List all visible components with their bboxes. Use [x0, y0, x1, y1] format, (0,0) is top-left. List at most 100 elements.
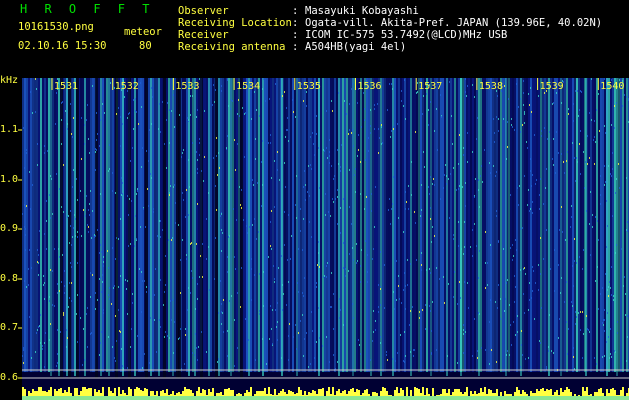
spectrogram-speckle [367, 254, 368, 256]
spectrogram-speckle [192, 95, 193, 97]
spectrogram-column [272, 78, 274, 372]
spectrogram-column [22, 78, 24, 372]
spectrogram-column [360, 78, 362, 372]
spectrogram-speckle [39, 325, 40, 327]
spectrogram-column [566, 78, 568, 372]
spectrogram-speckle [574, 238, 575, 240]
spectrogram-speckle [55, 123, 56, 125]
spectrogram-speckle [305, 199, 306, 201]
spectrogram-speckle [244, 113, 245, 115]
spectrogram-speckle [61, 281, 62, 283]
spectrogram-speckle [538, 264, 539, 266]
spectrogram-speckle [490, 244, 491, 246]
spectrogram-speckle [475, 178, 476, 180]
meteor-echo-line [460, 78, 462, 376]
spectrogram-column [244, 78, 246, 372]
spectrogram-speckle [586, 315, 587, 317]
spectrogram-speckle [30, 208, 31, 210]
spectrogram-speckle [159, 220, 160, 222]
spectrogram-speckle [272, 343, 273, 345]
spectrogram-speckle [120, 275, 121, 277]
spectrogram-speckle [60, 331, 61, 333]
meteor-echo-line [446, 78, 448, 376]
spectrogram-speckle [166, 167, 167, 169]
meteor-echo-line [108, 78, 110, 376]
spectrogram-speckle [218, 312, 219, 314]
spectrogram-speckle [130, 243, 131, 245]
spectrogram-column [364, 78, 366, 372]
spectrogram-speckle [467, 161, 468, 163]
spectrogram-column [384, 78, 386, 372]
spectrogram-speckle [95, 151, 96, 153]
spectrogram-speckle [83, 328, 84, 330]
spectrogram-speckle [503, 248, 504, 250]
spectrogram-column [222, 78, 224, 372]
spectrogram-column [42, 78, 44, 372]
spectrogram-speckle [319, 187, 320, 189]
spectrogram-speckle [396, 260, 397, 262]
spectrogram-speckle [295, 324, 296, 326]
spectrogram-speckle [166, 119, 167, 121]
spectrogram-speckle [204, 110, 205, 112]
spectrogram-column [132, 78, 134, 372]
spectrogram-speckle [337, 223, 338, 225]
spectrogram-speckle [103, 309, 104, 311]
spectrogram-speckle [292, 99, 293, 101]
spectrogram-speckle [415, 131, 416, 133]
spectrogram-speckle [127, 313, 128, 315]
spectrogram-speckle [332, 110, 333, 112]
spectrogram-speckle [226, 147, 227, 149]
spectrogram-column [486, 78, 488, 372]
spectrogram-speckle [200, 255, 201, 257]
spectrogram-speckle [132, 293, 133, 295]
spectrogram-speckle [23, 362, 24, 364]
spectrogram-column [30, 78, 32, 372]
spectrogram-column [260, 78, 262, 372]
spectrogram-speckle [28, 284, 29, 286]
spectrogram-speckle [316, 133, 317, 135]
spectrogram-speckle [419, 317, 420, 319]
spectrogram-speckle [52, 270, 53, 272]
spectrogram-speckle [608, 165, 609, 167]
spectrogram-speckle [258, 231, 259, 233]
spectrogram-speckle [587, 163, 588, 165]
spectrogram-speckle [360, 161, 361, 163]
y-tick-label: 0.8 [0, 273, 19, 284]
spectrogram-speckle [554, 290, 555, 292]
spectrogram-speckle [520, 98, 521, 100]
spectrogram-speckle [71, 300, 72, 302]
spectrogram-speckle [24, 167, 25, 169]
spectrogram-speckle [31, 267, 32, 269]
spectrogram-speckle [588, 329, 589, 331]
spectrogram-speckle [387, 109, 388, 111]
spectrogram-speckle [600, 203, 601, 205]
spectrogram-speckle [133, 99, 134, 101]
spectrogram-speckle [202, 276, 203, 278]
spectrogram-speckle [26, 286, 27, 288]
spectrogram-speckle [474, 318, 475, 320]
spectrogram-column [268, 78, 270, 372]
spectrogram-speckle [497, 307, 498, 309]
spectrogram-speckle [465, 91, 466, 93]
spectrogram-speckle [90, 296, 91, 298]
spectrogram-column [362, 78, 364, 372]
spectrogram-speckle [148, 160, 149, 162]
spectrogram-speckle [316, 115, 317, 117]
spectrogram-column [138, 78, 140, 372]
spectrogram-speckle [215, 185, 216, 187]
spectrogram-speckle [384, 264, 385, 266]
spectrogram-column [576, 78, 578, 372]
spectrogram-speckle [284, 91, 285, 93]
spectrogram-speckle [191, 270, 192, 272]
spectrogram-speckle [345, 275, 346, 277]
spectrogram-column [220, 78, 222, 372]
spectrogram-column [456, 78, 458, 372]
spectrogram-speckle [453, 238, 454, 240]
spectrogram-speckle [626, 177, 627, 179]
spectrogram-speckle [400, 334, 401, 336]
spectrogram-speckle [368, 150, 369, 152]
brand-title: H R O F F T [20, 2, 155, 16]
spectrogram-speckle [360, 281, 361, 283]
spectrogram-speckle [173, 94, 174, 96]
spectrogram-speckle [178, 338, 179, 340]
